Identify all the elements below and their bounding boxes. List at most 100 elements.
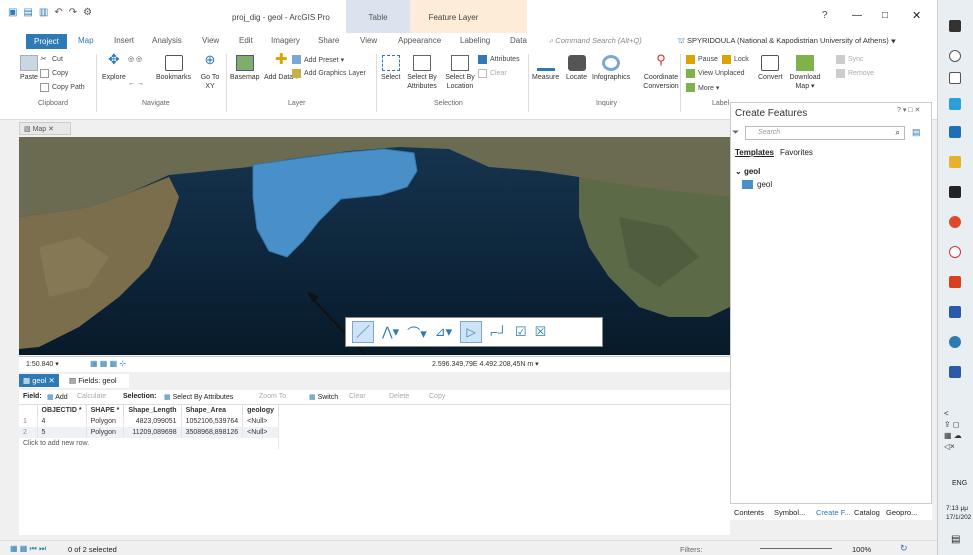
clear-button[interactable]: Clear [349, 393, 366, 400]
copy-path-button[interactable]: Copy Path [40, 83, 85, 92]
infographics-button[interactable]: Infographics [592, 55, 630, 82]
settings-icon[interactable]: ⚙ [83, 7, 92, 18]
add-row[interactable]: Click to add new row. [19, 438, 279, 449]
bookmarks-button[interactable]: Bookmarks [156, 55, 191, 82]
pause-labels-button[interactable]: Pause [686, 55, 718, 64]
filter-icon[interactable]: ⏷ [732, 127, 739, 138]
tab-create-features[interactable]: Create F... [816, 508, 851, 517]
coordinate-conversion-button[interactable]: ⚲ Coordinate Conversion [636, 53, 686, 91]
basemap-button[interactable]: Basemap [230, 55, 260, 82]
scale-selector[interactable]: 1:50.840 ▾ [26, 360, 59, 368]
help-button[interactable]: ? [822, 10, 828, 21]
start-icon[interactable] [949, 20, 961, 32]
add-preset-button[interactable]: Add Preset ▾ [292, 55, 344, 64]
more-labeling-button[interactable]: More ▾ [686, 83, 719, 92]
table-row[interactable]: 2 5 Polygon 11209,089698 3508968,898126 … [19, 427, 279, 438]
zoom-to-button[interactable]: Zoom To [259, 393, 286, 400]
tab-catalog[interactable]: Catalog [854, 508, 880, 517]
word-icon[interactable] [949, 366, 961, 378]
copy-button[interactable]: Copy [40, 69, 68, 78]
opera-icon[interactable] [949, 246, 961, 258]
cell-shape-length[interactable]: 4823,099051 [123, 416, 182, 427]
tab-table-view[interactable]: View [360, 36, 377, 45]
chrome-icon[interactable] [949, 216, 961, 228]
arcgis-pro-icon[interactable] [949, 336, 961, 348]
tab-fields-geol[interactable]: ▤ Fields: geol [69, 376, 117, 385]
tab-insert[interactable]: Insert [114, 36, 134, 45]
cell-objectid[interactable]: 4 [37, 416, 87, 427]
cell-shape[interactable]: Polygon [86, 427, 125, 438]
autocomplete-tool-icon[interactable]: ▷ [460, 321, 483, 343]
copy-rows-button[interactable]: Copy [429, 393, 445, 400]
undo-icon[interactable]: ↶ [54, 7, 62, 18]
teams-icon[interactable] [949, 306, 961, 318]
close-button[interactable]: ✕ [912, 9, 921, 22]
select-by-attributes-button[interactable]: Select By Attributes [404, 55, 440, 91]
select-by-attributes-table-button[interactable]: ▦ Select By Attributes [164, 393, 233, 401]
explore-button[interactable]: ✥ Explore [102, 52, 126, 82]
tab-favorites[interactable]: Favorites [780, 148, 813, 157]
delete-button[interactable]: Delete [389, 393, 409, 400]
cut-button[interactable]: ✂ Cut [40, 55, 63, 64]
clock[interactable]: 7:13 μμ 17/1/202 [946, 504, 972, 522]
zoom-level[interactable]: 100% [852, 545, 871, 554]
task-view-icon[interactable] [949, 72, 961, 84]
polyline-tool-icon[interactable]: ⋀▾ [382, 324, 399, 340]
notification-icon[interactable]: ▤ [951, 534, 960, 545]
coordinate-readout[interactable]: 2.596.349,79E 4.492.208,45N m ▾ [432, 360, 539, 368]
add-field-button[interactable]: ▦ Add [47, 393, 68, 401]
maximize-button[interactable]: □ [882, 10, 888, 21]
mail-icon[interactable] [949, 126, 961, 138]
cell-shape-length[interactable]: 11209,089698 [123, 427, 182, 438]
column-header[interactable]: Shape_Length [123, 405, 182, 416]
tab-geoprocessing[interactable]: Geopro... [886, 508, 917, 517]
attributes-button[interactable]: Attributes [478, 55, 520, 64]
go-to-xy-button[interactable]: ⊕ Go To XY [198, 53, 222, 91]
cell-shape-area[interactable]: 3508968,898126 [181, 427, 244, 438]
download-map-button[interactable]: Download Map ▾ [789, 55, 821, 91]
tab-map[interactable]: Map [78, 36, 94, 45]
tab-templates[interactable]: Templates [735, 148, 774, 157]
tab-data[interactable]: Data [510, 36, 527, 45]
column-header[interactable]: Shape_Area [181, 405, 244, 416]
sync-button[interactable]: Sync [836, 55, 864, 64]
cell-objectid[interactable]: 5 [37, 427, 87, 438]
cell-geology[interactable]: <Null> [242, 427, 279, 438]
redo-icon[interactable]: ↷ [69, 7, 77, 18]
refresh-icon[interactable]: ↻ [900, 543, 908, 554]
switch-button[interactable]: ▦ Switch [309, 393, 338, 401]
save-icon[interactable]: ▥ [39, 7, 48, 18]
tab-edit[interactable]: Edit [239, 36, 253, 45]
view-unplaced-button[interactable]: View Unplaced [686, 69, 745, 78]
select-by-location-button[interactable]: Select By Location [442, 55, 478, 91]
tab-contents[interactable]: Contents [734, 508, 764, 517]
tab-geol-table[interactable]: ▦ geol ✕ [19, 374, 59, 387]
new-project-icon[interactable]: ▣ [8, 7, 17, 18]
table-view-icons[interactable]: ▦ ▦ ⏮ ⏭ [10, 544, 46, 554]
user-account[interactable]: ⛫ SPYRIDOULA (National & Kapodistrian Un… [678, 36, 896, 46]
tab-imagery[interactable]: Imagery [271, 36, 300, 45]
column-header[interactable]: OBJECTID * [37, 405, 87, 416]
tab-share[interactable]: Share [318, 36, 339, 45]
measure-button[interactable]: Measure [532, 55, 559, 82]
full-extent-icon[interactable]: ◎ ◎ [128, 55, 142, 63]
tab-project[interactable]: Project [26, 34, 67, 49]
cell-geology[interactable]: <Null> [242, 416, 279, 427]
cell-shape[interactable]: Polygon [86, 416, 125, 427]
office-icon[interactable] [949, 276, 961, 288]
map-status-icons[interactable]: ▦ ▦ ▦ ⊹ [90, 359, 126, 368]
search-icon[interactable] [949, 50, 961, 62]
pane-controls[interactable]: ? ▾ □ ✕ [897, 106, 920, 114]
template-search-input[interactable]: Search ⌕ [745, 126, 905, 140]
locate-button[interactable]: Locate [566, 55, 587, 82]
map-view-tab[interactable]: ▧ Map ✕ [19, 122, 71, 135]
tab-appearance[interactable]: Appearance [398, 36, 441, 45]
line-tool-icon[interactable]: ／ [352, 321, 374, 343]
app-icon[interactable] [949, 186, 961, 198]
calculate-button[interactable]: Calculate [77, 393, 106, 400]
zoom-slider[interactable] [760, 548, 832, 549]
tab-symbology[interactable]: Symbol... [774, 508, 805, 517]
delete-sketch-icon[interactable]: ☒ [535, 324, 547, 340]
paste-button[interactable]: Paste [20, 55, 38, 82]
finish-sketch-icon[interactable]: ☑ [515, 324, 527, 340]
